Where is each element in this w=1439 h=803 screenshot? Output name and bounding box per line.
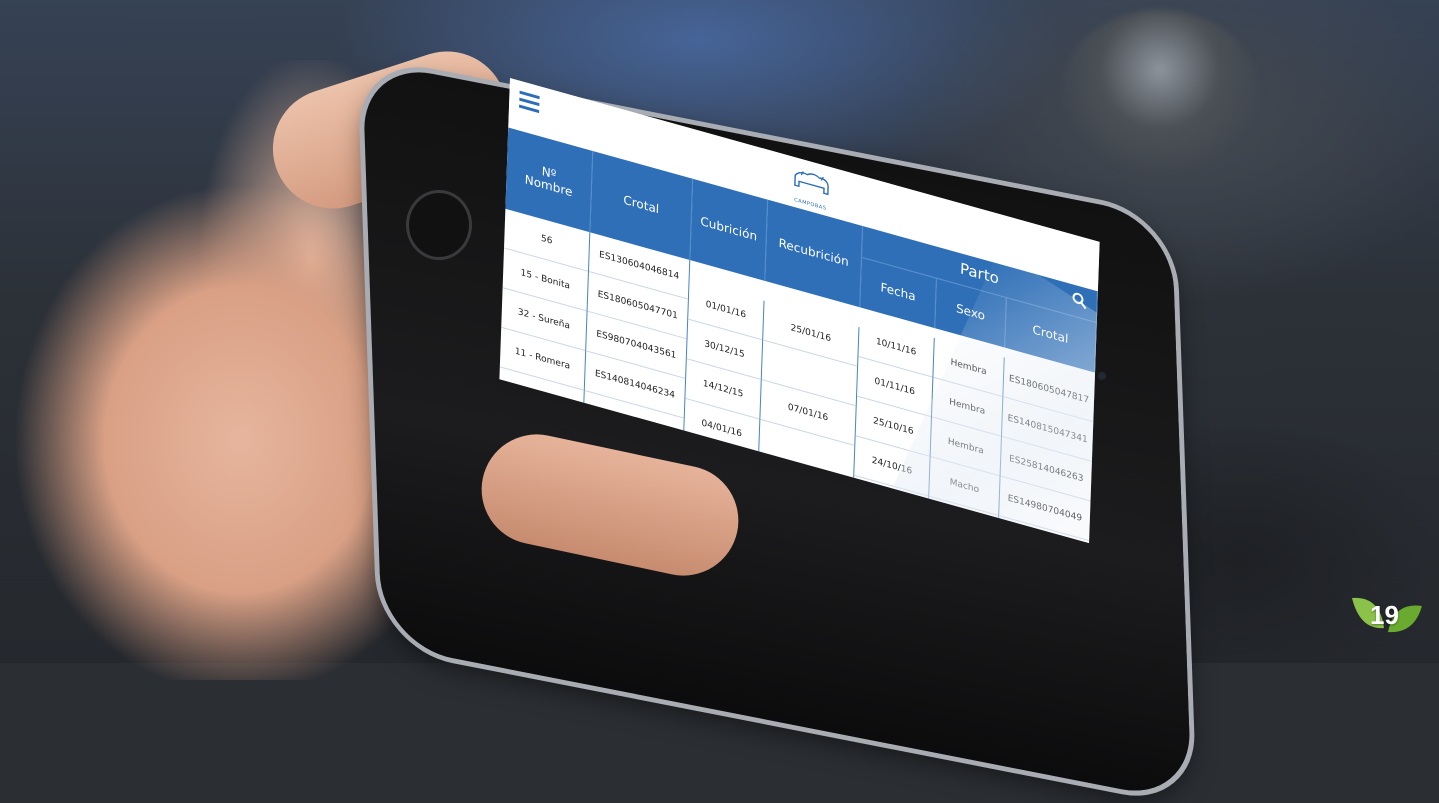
page-number: 19 <box>1370 600 1399 630</box>
front-camera <box>1098 372 1106 380</box>
hamburger-menu-icon[interactable] <box>519 90 540 114</box>
gear-shifter <box>1060 10 1260 180</box>
page-badge: 19 <box>1350 592 1424 640</box>
home-button[interactable] <box>406 190 472 260</box>
column-crotal-parto: ES180605047817 ES140815047341 ES25814046… <box>997 357 1095 544</box>
